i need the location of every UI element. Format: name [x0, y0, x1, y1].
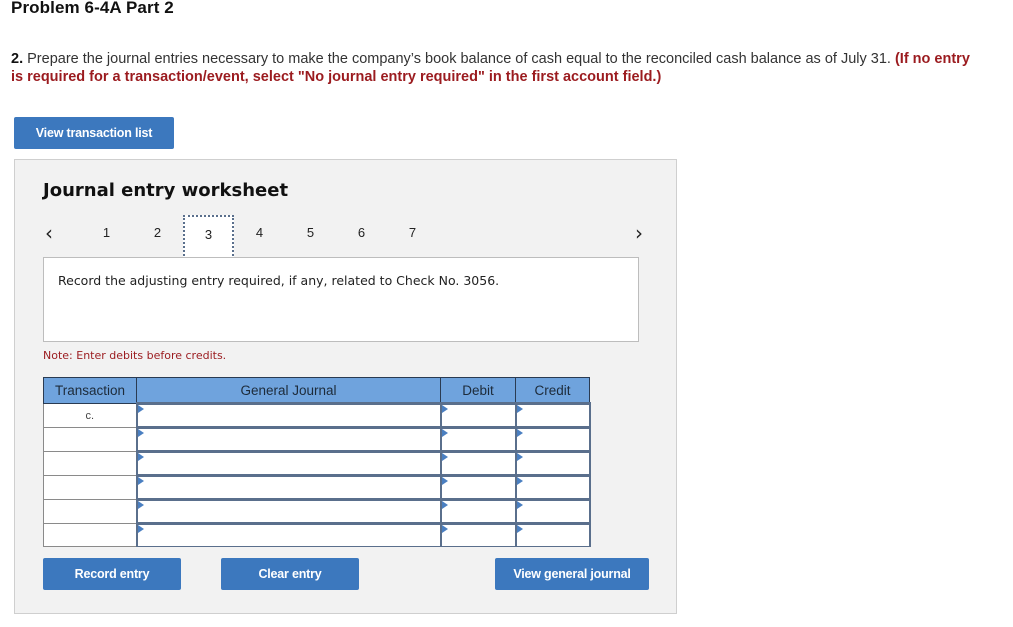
input-marker-icon — [516, 477, 523, 485]
input-marker-icon — [516, 501, 523, 509]
worksheet-tabs: 1234567 — [81, 215, 438, 259]
debit-field[interactable] — [439, 426, 517, 452]
input-marker-icon — [137, 477, 144, 485]
worksheet-title: Journal entry worksheet — [43, 180, 289, 201]
input-marker-icon — [137, 525, 144, 533]
chevron-left-icon[interactable]: ‹ — [45, 221, 53, 245]
journal-row: c. — [43, 402, 591, 428]
tab-6[interactable]: 6 — [336, 215, 387, 258]
instructions: 2. Prepare the journal entries necessary… — [11, 50, 971, 86]
credit-field[interactable] — [514, 498, 591, 524]
tab-2[interactable]: 2 — [132, 215, 183, 258]
debit-field[interactable] — [439, 402, 517, 428]
transaction-cell — [43, 523, 137, 547]
tab-4[interactable]: 4 — [234, 215, 285, 258]
input-marker-icon — [441, 501, 448, 509]
input-marker-icon — [516, 453, 523, 461]
input-marker-icon — [441, 453, 448, 461]
input-marker-icon — [137, 429, 144, 437]
input-marker-icon — [137, 405, 144, 413]
input-marker-icon — [516, 429, 523, 437]
debits-note: Note: Enter debits before credits. — [43, 349, 227, 362]
transaction-cell — [43, 451, 137, 476]
instruction-text: Prepare the journal entries necessary to… — [27, 51, 891, 67]
account-field[interactable] — [135, 498, 442, 524]
record-entry-button[interactable]: Record entry — [43, 558, 181, 590]
input-marker-icon — [441, 525, 448, 533]
tab-1[interactable]: 1 — [81, 215, 132, 258]
header-debit: Debit — [440, 377, 516, 404]
debit-field[interactable] — [439, 498, 517, 524]
credit-field[interactable] — [514, 450, 591, 476]
header-transaction: Transaction — [43, 377, 137, 404]
journal-row — [43, 522, 591, 547]
account-field[interactable] — [135, 522, 442, 547]
journal-row — [43, 426, 591, 452]
account-field[interactable] — [135, 426, 442, 452]
input-marker-icon — [137, 453, 144, 461]
input-marker-icon — [516, 525, 523, 533]
debit-field[interactable] — [439, 450, 517, 476]
account-field[interactable] — [135, 474, 442, 500]
credit-field[interactable] — [514, 474, 591, 500]
journal-entry-worksheet-panel: Journal entry worksheet ‹ 1234567 › Reco… — [14, 159, 677, 614]
account-field[interactable] — [135, 450, 442, 476]
journal-row — [43, 474, 591, 500]
journal-row — [43, 498, 591, 524]
credit-field[interactable] — [514, 426, 591, 452]
view-transaction-list-button[interactable]: View transaction list — [14, 117, 174, 149]
credit-field[interactable] — [514, 522, 591, 547]
transaction-cell: c. — [43, 403, 137, 428]
input-marker-icon — [137, 501, 144, 509]
credit-field[interactable] — [514, 402, 591, 428]
input-marker-icon — [516, 405, 523, 413]
input-marker-icon — [441, 405, 448, 413]
tab-3[interactable]: 3 — [183, 215, 234, 259]
header-general-journal: General Journal — [136, 377, 441, 404]
account-field[interactable] — [135, 402, 442, 428]
debit-field[interactable] — [439, 522, 517, 547]
journal-table: Transaction General Journal Debit Credit… — [43, 377, 591, 547]
tab-5[interactable]: 5 — [285, 215, 336, 258]
prompt-box: Record the adjusting entry required, if … — [43, 257, 639, 342]
clear-entry-button[interactable]: Clear entry — [221, 558, 359, 590]
input-marker-icon — [441, 429, 448, 437]
page-title: Problem 6-4A Part 2 — [11, 0, 174, 17]
transaction-cell — [43, 475, 137, 500]
input-marker-icon — [441, 477, 448, 485]
transaction-cell — [43, 427, 137, 452]
view-general-journal-button[interactable]: View general journal — [495, 558, 649, 590]
instruction-number: 2. — [11, 51, 24, 67]
transaction-cell — [43, 499, 137, 524]
journal-row — [43, 450, 591, 476]
tab-7[interactable]: 7 — [387, 215, 438, 258]
prompt-text: Record the adjusting entry required, if … — [58, 273, 500, 288]
debit-field[interactable] — [439, 474, 517, 500]
header-credit: Credit — [515, 377, 590, 404]
chevron-right-icon[interactable]: › — [635, 221, 643, 245]
